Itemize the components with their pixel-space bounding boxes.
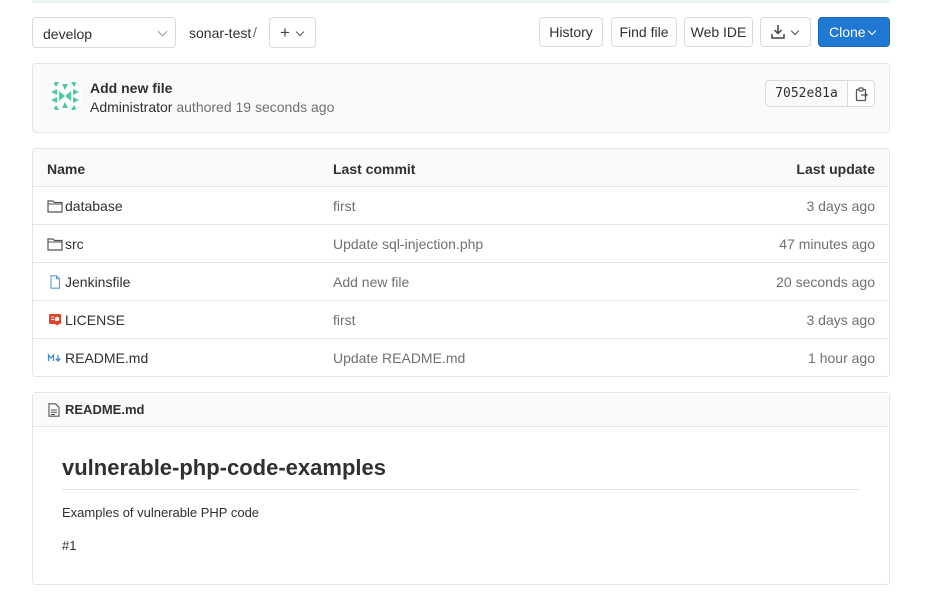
file-last-update: 47 minutes ago bbox=[779, 236, 875, 252]
top-strip bbox=[32, 0, 890, 3]
document-icon bbox=[48, 403, 60, 417]
file-name[interactable]: Jenkinsfile bbox=[65, 274, 130, 290]
table-row[interactable]: README.md Update README.md 1 hour ago bbox=[33, 339, 889, 376]
branch-name: develop bbox=[43, 26, 93, 42]
readme-panel: README.md vulnerable-php-code-examples E… bbox=[32, 392, 890, 585]
readme-header: README.md bbox=[33, 393, 889, 427]
copy-sha-button[interactable] bbox=[847, 80, 875, 107]
markdown-icon bbox=[47, 353, 61, 362]
avatar[interactable] bbox=[48, 79, 82, 113]
readme-heading: vulnerable-php-code-examples bbox=[62, 455, 386, 480]
readme-filename[interactable]: README.md bbox=[65, 402, 144, 417]
clone-label: Clone bbox=[829, 24, 866, 40]
file-last-commit[interactable]: first bbox=[333, 198, 356, 214]
breadcrumb-project[interactable]: sonar-test bbox=[189, 25, 251, 41]
file-name[interactable]: README.md bbox=[65, 350, 148, 366]
commit-title[interactable]: Add new file bbox=[90, 80, 172, 96]
readme-heading-rule bbox=[62, 489, 860, 490]
file-last-update: 3 days ago bbox=[806, 198, 876, 214]
table-row[interactable]: database first 3 days ago bbox=[33, 187, 889, 225]
file-tree-table: Name Last commit Last update database fi… bbox=[32, 148, 890, 377]
file-last-update: 3 days ago bbox=[806, 312, 876, 328]
chevron-down-icon bbox=[790, 26, 800, 36]
file-name[interactable]: database bbox=[65, 198, 123, 214]
file-icon bbox=[50, 275, 61, 289]
chevron-down-icon bbox=[867, 26, 877, 36]
chevron-down-icon bbox=[157, 26, 168, 37]
web-ide-button[interactable]: Web IDE bbox=[684, 17, 753, 47]
column-header-last-update: Last update bbox=[796, 161, 875, 177]
repo-toolbar: develop sonar-test / + History Find file… bbox=[32, 17, 890, 48]
file-last-commit[interactable]: Add new file bbox=[333, 274, 409, 290]
file-last-commit[interactable]: first bbox=[333, 312, 356, 328]
commit-sha[interactable]: 7052e81a bbox=[765, 80, 848, 107]
folder-icon bbox=[47, 238, 63, 251]
branch-select[interactable]: develop bbox=[32, 17, 176, 48]
readme-paragraph: #1 bbox=[62, 538, 77, 553]
file-name[interactable]: LICENSE bbox=[65, 312, 125, 328]
file-last-update: 20 seconds ago bbox=[776, 274, 875, 290]
commit-author[interactable]: Administrator bbox=[90, 99, 172, 115]
chevron-down-icon bbox=[295, 27, 305, 37]
file-last-update: 1 hour ago bbox=[808, 350, 875, 366]
column-header-last-commit: Last commit bbox=[333, 161, 416, 177]
clipboard-icon bbox=[855, 87, 868, 102]
column-header-name: Name bbox=[47, 161, 86, 177]
table-row[interactable]: Jenkinsfile Add new file 20 seconds ago bbox=[33, 263, 889, 301]
last-commit-panel: Add new file Administrator authored 19 s… bbox=[32, 63, 890, 133]
history-button[interactable]: History bbox=[539, 17, 603, 47]
find-file-button[interactable]: Find file bbox=[611, 17, 677, 47]
download-button[interactable] bbox=[760, 17, 811, 47]
table-row[interactable]: src Update sql-injection.php 47 minutes … bbox=[33, 225, 889, 263]
readme-paragraph: Examples of vulnerable PHP code bbox=[62, 505, 260, 520]
identicon-icon bbox=[48, 79, 82, 113]
commit-time: authored 19 seconds ago bbox=[172, 99, 335, 115]
file-last-commit[interactable]: Update sql-injection.php bbox=[333, 236, 483, 252]
breadcrumb-separator: / bbox=[253, 24, 257, 40]
table-row[interactable]: LICENSE first 3 days ago bbox=[33, 301, 889, 339]
download-icon bbox=[771, 25, 785, 39]
license-icon bbox=[49, 314, 61, 327]
plus-icon: + bbox=[280, 23, 290, 42]
add-to-tree-button[interactable]: + bbox=[269, 17, 316, 48]
commit-meta: Administrator authored 19 seconds ago bbox=[90, 99, 334, 115]
file-last-commit[interactable]: Update README.md bbox=[333, 350, 465, 366]
table-header: Name Last commit Last update bbox=[33, 149, 889, 187]
clone-button[interactable]: Clone bbox=[818, 17, 890, 47]
folder-icon bbox=[47, 200, 63, 213]
file-name[interactable]: src bbox=[65, 236, 84, 252]
